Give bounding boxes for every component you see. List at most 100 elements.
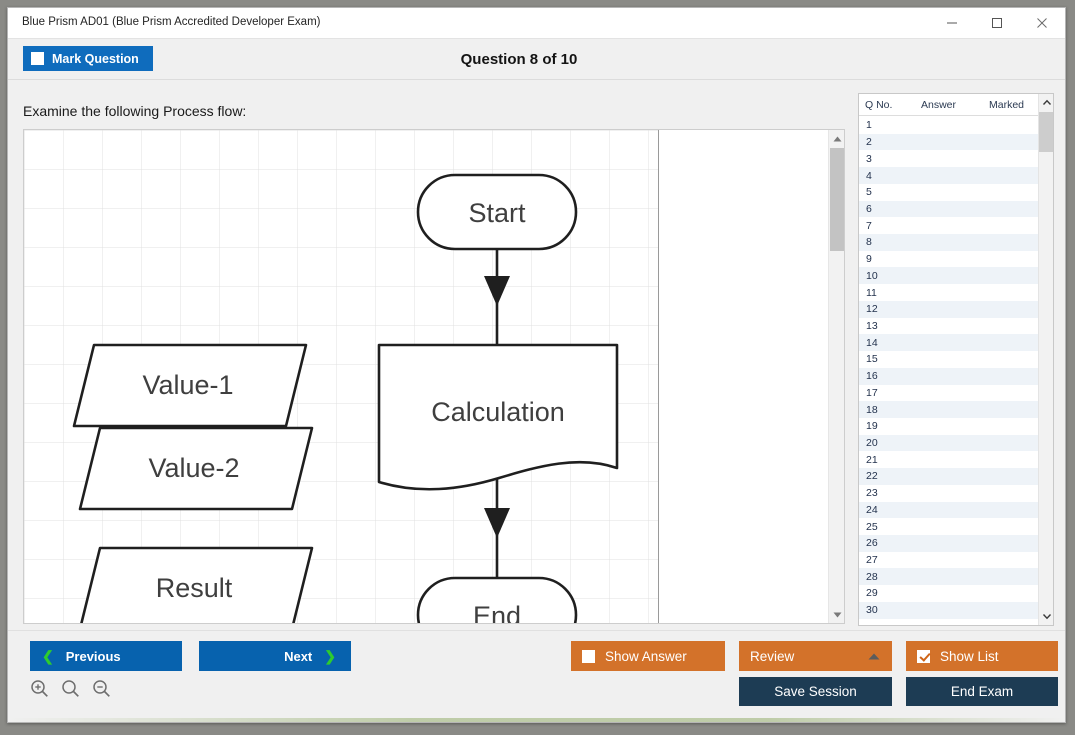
node-calculation-label: Calculation: [431, 397, 565, 427]
question-list-row[interactable]: 21: [859, 451, 1053, 468]
next-label: Next: [284, 648, 313, 664]
mark-question-button[interactable]: Mark Question: [23, 46, 153, 71]
question-list-body[interactable]: 1 2 3 4 5 6 7 8 9 10 11 12 13 14 15 16 17 18 19 20 21 22 23 24 2…: [859, 117, 1053, 625]
node-end-label: End: [473, 601, 521, 624]
mark-question-label: Mark Question: [52, 51, 139, 66]
maximize-icon: [991, 18, 1002, 28]
close-button[interactable]: [1019, 8, 1064, 38]
previous-label: Previous: [65, 648, 121, 664]
question-list-row[interactable]: 26: [859, 534, 1053, 552]
cell-qno: 30: [866, 604, 878, 617]
chevron-up-icon: [868, 653, 880, 659]
zoom-in-icon[interactable]: [30, 679, 49, 698]
cell-qno: 22: [866, 470, 878, 483]
zoom-out-icon[interactable]: [92, 679, 111, 698]
cell-qno: 6: [866, 202, 872, 215]
cell-qno: 24: [866, 503, 878, 516]
question-list-row[interactable]: 17: [859, 385, 1053, 402]
node-value2-label: Value-2: [148, 453, 239, 483]
next-button[interactable]: Next ❯: [199, 641, 351, 671]
mark-question-checkbox-icon[interactable]: [31, 52, 44, 65]
question-list-row[interactable]: 24: [859, 501, 1053, 519]
question-list-row[interactable]: 10: [859, 267, 1053, 285]
close-icon: [1036, 18, 1047, 28]
cell-qno: 10: [866, 269, 878, 282]
question-list-row[interactable]: 16: [859, 367, 1053, 385]
question-list-row[interactable]: 14: [859, 334, 1053, 352]
show-answer-checkbox-icon[interactable]: [582, 649, 595, 663]
question-list-row[interactable]: 18: [859, 401, 1053, 418]
screen: Blue Prism AD01 (Blue Prism Accredited D…: [0, 0, 1075, 735]
cell-qno: 3: [866, 152, 872, 165]
cell-qno: 2: [866, 136, 872, 149]
node-value1-label: Value-1: [142, 370, 233, 400]
question-list-row[interactable]: 7: [859, 217, 1053, 234]
diagram-scroll-thumb[interactable]: [830, 148, 844, 251]
question-list-row[interactable]: 19: [859, 418, 1053, 435]
diagram-vertical-scrollbar[interactable]: [828, 130, 844, 623]
diagram-panel[interactable]: Start Calculation End Value-1 Value-2 Re…: [23, 129, 845, 624]
bottom-toolbar: ❮ Previous Next ❯ Show Answer Review Sho…: [8, 630, 1065, 722]
zoom-reset-icon[interactable]: [61, 679, 80, 698]
column-header-marked: Marked: [989, 98, 1025, 111]
cell-qno: 5: [866, 186, 872, 199]
question-list-row[interactable]: 2: [859, 133, 1053, 151]
end-exam-button[interactable]: End Exam: [906, 677, 1058, 706]
cell-qno: 28: [866, 570, 878, 583]
cell-qno: 11: [866, 286, 877, 299]
list-scroll-up-button[interactable]: [1039, 94, 1053, 111]
question-list-row[interactable]: 4: [859, 167, 1053, 184]
save-session-button[interactable]: Save Session: [739, 677, 892, 706]
question-list-row[interactable]: 5: [859, 184, 1053, 201]
process-flow-diagram: Start Calculation End Value-1 Value-2 Re…: [24, 130, 659, 624]
question-list-row[interactable]: 12: [859, 300, 1053, 318]
column-header-qno: Q No.: [865, 98, 893, 111]
cell-qno: 25: [866, 520, 878, 533]
question-prompt: Examine the following Process flow:: [23, 103, 247, 119]
question-list-row[interactable]: 22: [859, 468, 1053, 485]
cell-qno: 9: [866, 253, 872, 266]
diagram-scroll-down-button[interactable]: [829, 606, 844, 623]
show-list-label: Show List: [940, 648, 999, 664]
question-list-row[interactable]: 9: [859, 251, 1053, 268]
previous-button[interactable]: ❮ Previous: [30, 641, 182, 671]
cell-qno: 17: [866, 386, 878, 399]
cell-qno: 16: [866, 370, 878, 383]
maximize-button[interactable]: [974, 8, 1019, 38]
caret-down-icon: [833, 612, 841, 617]
show-list-checkbox-icon[interactable]: [917, 649, 930, 663]
question-list-row[interactable]: 15: [859, 351, 1053, 368]
diagram-scroll-up-button[interactable]: [829, 130, 844, 147]
question-list-scrollbar[interactable]: [1038, 94, 1053, 625]
question-list-row[interactable]: 1: [859, 117, 1053, 134]
question-list-row[interactable]: 13: [859, 318, 1053, 335]
question-list-row[interactable]: 11: [859, 284, 1053, 301]
list-scroll-thumb[interactable]: [1039, 112, 1053, 152]
cell-qno: 7: [866, 219, 872, 232]
cell-qno: 20: [866, 437, 878, 450]
list-scroll-down-button[interactable]: [1039, 608, 1053, 625]
cell-qno: 19: [866, 420, 878, 433]
question-list-row[interactable]: 25: [859, 518, 1053, 535]
cell-qno: 27: [866, 554, 878, 567]
question-list-row[interactable]: 3: [859, 150, 1053, 167]
question-list-row[interactable]: 8: [859, 234, 1053, 251]
question-list-row[interactable]: 27: [859, 552, 1053, 569]
question-list-row[interactable]: 29: [859, 585, 1053, 602]
question-list-row[interactable]: 28: [859, 568, 1053, 586]
question-list-row[interactable]: 30: [859, 601, 1053, 619]
window-title: Blue Prism AD01 (Blue Prism Accredited D…: [22, 16, 321, 28]
cell-qno: 12: [866, 303, 878, 316]
zoom-toolbar: [30, 679, 111, 698]
question-list-panel[interactable]: Q No. Answer Marked 1 2 3 4 5 6 7 8 9 10 11 12 13 14 1…: [858, 93, 1054, 626]
question-list-row[interactable]: 20: [859, 434, 1053, 452]
review-dropdown[interactable]: Review: [739, 641, 892, 671]
cell-qno: 29: [866, 587, 878, 600]
flowchart-svg: Start Calculation End Value-1 Value-2 Re…: [24, 130, 658, 624]
minimize-button[interactable]: [929, 8, 974, 38]
question-list-row[interactable]: 6: [859, 200, 1053, 218]
question-list-row[interactable]: 23: [859, 485, 1053, 502]
show-list-button[interactable]: Show List: [906, 641, 1058, 671]
show-answer-button[interactable]: Show Answer: [571, 641, 725, 671]
application-window: Blue Prism AD01 (Blue Prism Accredited D…: [7, 7, 1066, 723]
